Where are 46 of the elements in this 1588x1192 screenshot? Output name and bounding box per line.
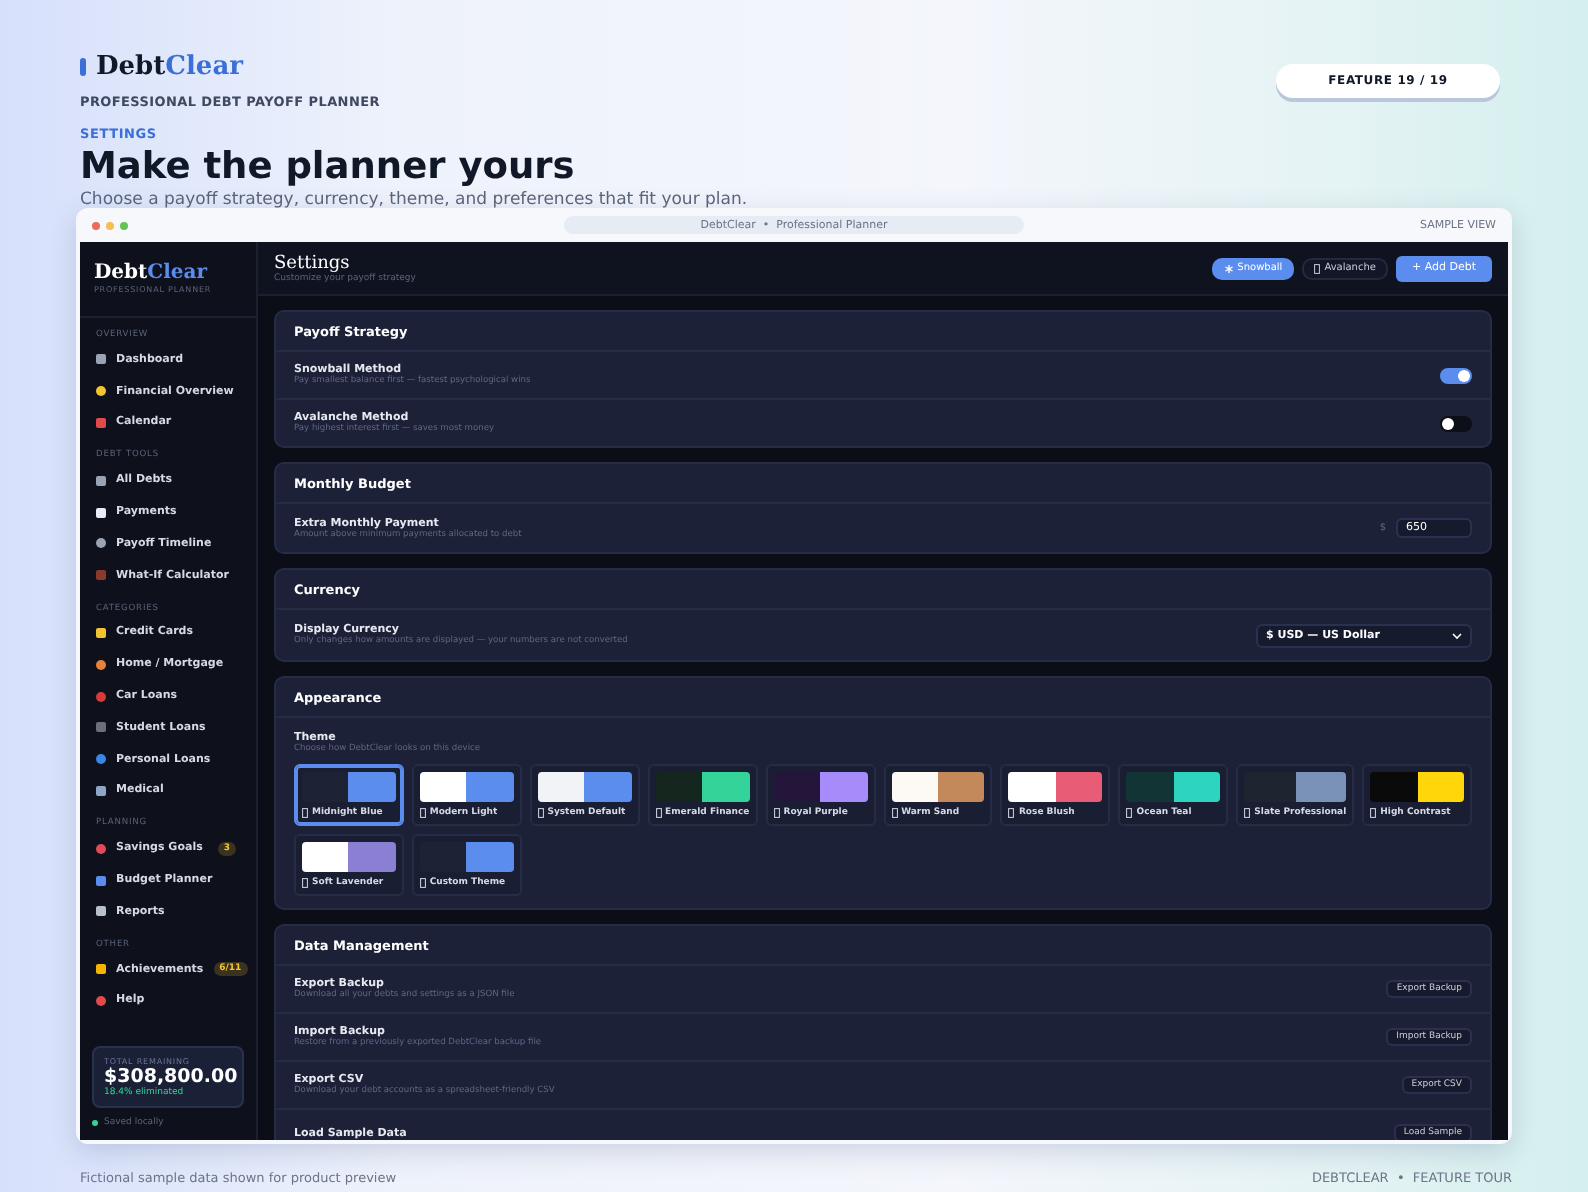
square-icon	[96, 475, 106, 486]
circle-icon	[96, 754, 106, 765]
square-icon	[96, 417, 106, 428]
page-heading: Make the planner yours	[80, 146, 577, 190]
toggle-switch[interactable]	[1440, 415, 1472, 431]
box-icon	[302, 878, 308, 888]
logo-mark	[80, 58, 86, 76]
circle-icon	[96, 538, 106, 549]
toggle-switch[interactable]	[1440, 367, 1472, 383]
chevron-down-icon	[1452, 631, 1462, 639]
box-icon	[1244, 808, 1251, 818]
box-icon	[891, 808, 898, 818]
box-icon	[419, 878, 426, 888]
zoom-dot[interactable]	[120, 221, 128, 229]
square-icon	[96, 627, 106, 638]
square-icon	[96, 906, 106, 917]
circle-icon	[96, 659, 106, 670]
box-icon	[302, 808, 308, 818]
box-icon	[1126, 808, 1133, 818]
box-icon	[1314, 263, 1321, 273]
page-description: Choose a payoff strategy, currency, theme, and preferences that fit your plan.	[80, 190, 748, 210]
sidebar-logo: DebtClear	[94, 262, 210, 284]
summary-amount: $308,800.00	[104, 1066, 232, 1088]
box-icon	[655, 808, 662, 818]
main-title: Settings	[274, 253, 352, 273]
box-icon	[419, 808, 426, 818]
minimize-dot[interactable]	[106, 221, 114, 229]
square-icon	[96, 507, 106, 518]
box-icon	[537, 808, 544, 818]
square-icon	[96, 570, 106, 581]
circle-icon	[96, 691, 106, 702]
close-dot[interactable]	[92, 221, 100, 229]
square-icon	[96, 354, 106, 365]
snowflake-icon	[1223, 263, 1234, 273]
circle-icon	[96, 995, 106, 1006]
square-icon	[96, 785, 106, 796]
status-dot	[92, 1120, 98, 1126]
box-icon	[1370, 808, 1377, 818]
circle-icon	[96, 843, 106, 854]
circle-icon	[96, 386, 106, 397]
box-icon	[1008, 808, 1015, 818]
square-icon	[96, 875, 106, 886]
square-icon	[96, 722, 106, 733]
square-icon	[96, 964, 106, 975]
box-icon	[773, 808, 780, 818]
logo: DebtClear	[96, 52, 243, 82]
